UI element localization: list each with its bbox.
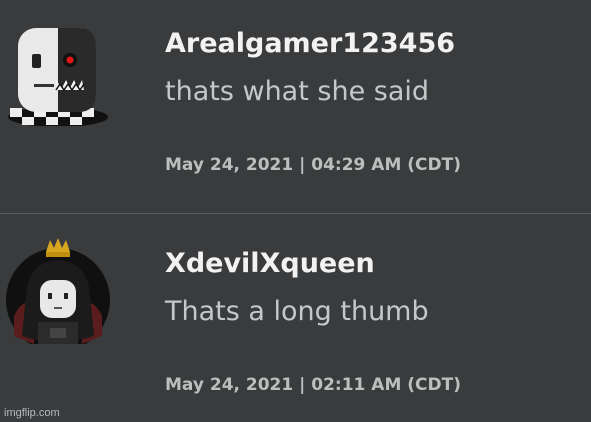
user-avatar[interactable]	[4, 18, 112, 127]
comment-text: Thats a long thumb	[165, 296, 429, 327]
comment-item: XdevilXqueen Thats a long thumb May 24, …	[0, 214, 591, 422]
crowned-queen-avatar-icon	[6, 238, 110, 352]
comment-item: Arealgamer123456 thats what she said May…	[0, 0, 591, 213]
user-avatar[interactable]	[4, 236, 112, 352]
comment-text: thats what she said	[165, 76, 430, 107]
comment-username[interactable]: Arealgamer123456	[165, 28, 455, 59]
white-mask-avatar-icon	[8, 28, 108, 127]
comment-timestamp: May 24, 2021 | 02:11 AM (CDT)	[165, 375, 462, 395]
comment-timestamp: May 24, 2021 | 04:29 AM (CDT)	[165, 155, 462, 175]
imgflip-watermark: imgflip.com	[4, 407, 60, 419]
comment-username[interactable]: XdevilXqueen	[165, 248, 375, 279]
